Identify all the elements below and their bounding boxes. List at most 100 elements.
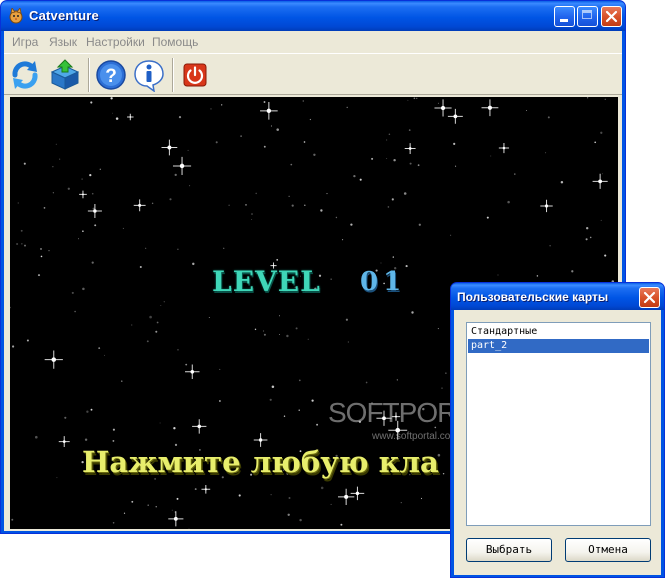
star-dot bbox=[386, 158, 388, 160]
star-dot bbox=[600, 219, 602, 221]
restart-button[interactable] bbox=[8, 58, 42, 92]
dialog-close-button[interactable] bbox=[639, 287, 660, 308]
menu-language[interactable]: Язык bbox=[49, 35, 77, 49]
window-title: Catventure bbox=[29, 8, 99, 23]
star-dot bbox=[288, 195, 290, 197]
menu-settings[interactable]: Настройки bbox=[86, 35, 145, 49]
cancel-button[interactable]: Отмена bbox=[565, 538, 651, 562]
star-dot bbox=[82, 230, 84, 232]
star-sparkle bbox=[168, 511, 184, 527]
power-icon bbox=[183, 63, 207, 87]
star-dot bbox=[359, 178, 362, 181]
star-dot bbox=[346, 106, 348, 109]
star-sparkle bbox=[447, 108, 463, 124]
star-dot bbox=[388, 133, 391, 136]
title-bar[interactable]: Catventure bbox=[1, 1, 625, 31]
star-dot bbox=[74, 310, 76, 313]
star-dot bbox=[43, 207, 46, 209]
toolbar-separator bbox=[88, 58, 90, 92]
star-dot bbox=[526, 110, 528, 111]
star-dot bbox=[115, 117, 119, 120]
star-dot bbox=[302, 100, 304, 102]
level-number: 01 bbox=[360, 267, 407, 297]
star-dot bbox=[92, 207, 95, 210]
star-dot bbox=[251, 219, 253, 220]
menu-game[interactable]: Игра bbox=[12, 35, 38, 49]
star-dot bbox=[453, 142, 456, 145]
star-dot bbox=[35, 435, 38, 439]
star-dot bbox=[270, 125, 272, 127]
star-dot bbox=[320, 209, 323, 212]
star-sparkle bbox=[540, 199, 553, 213]
star-dot bbox=[486, 216, 489, 219]
star-dot bbox=[26, 339, 29, 342]
star-dot bbox=[330, 503, 332, 505]
star-dot bbox=[400, 502, 402, 504]
list-item[interactable]: part_2 bbox=[468, 339, 649, 353]
exit-button[interactable] bbox=[178, 58, 212, 92]
star-dot bbox=[17, 202, 19, 204]
info-button[interactable] bbox=[132, 58, 166, 93]
star-dot bbox=[194, 488, 197, 491]
star-dot bbox=[245, 204, 247, 206]
star-dot bbox=[270, 494, 272, 496]
star-dot bbox=[290, 163, 293, 166]
star-dot bbox=[20, 229, 23, 232]
star-dot bbox=[188, 527, 190, 529]
star-dot bbox=[309, 118, 312, 121]
star-dot bbox=[320, 486, 324, 490]
star-dot bbox=[497, 274, 499, 276]
dialog-title-bar[interactable]: Пользовательские карты bbox=[451, 283, 664, 310]
star-dot bbox=[291, 204, 294, 207]
star-dot bbox=[571, 270, 574, 273]
star-dot bbox=[23, 162, 26, 165]
map-list[interactable]: Стандартные part_2 bbox=[466, 322, 651, 526]
star-dot bbox=[112, 428, 115, 431]
star-dot bbox=[514, 173, 516, 175]
star-dot bbox=[276, 128, 279, 131]
load-map-icon bbox=[50, 59, 80, 90]
star-dot bbox=[147, 504, 149, 506]
star-dot bbox=[396, 379, 398, 381]
help-button[interactable]: ? bbox=[94, 58, 128, 92]
star-dot bbox=[413, 97, 416, 100]
star-dot bbox=[155, 506, 157, 508]
star-dot bbox=[298, 409, 300, 411]
star-dot bbox=[11, 518, 14, 521]
maximize-button[interactable] bbox=[577, 6, 598, 27]
toolbar: ? bbox=[4, 53, 622, 95]
star-dot bbox=[21, 243, 23, 245]
star-dot bbox=[262, 330, 265, 332]
star-dot bbox=[353, 174, 356, 178]
star-dot bbox=[335, 216, 338, 219]
star-dot bbox=[342, 239, 344, 241]
star-dot bbox=[409, 162, 412, 165]
star-dot bbox=[155, 330, 158, 333]
star-sparkle bbox=[87, 203, 102, 219]
star-sparkle bbox=[481, 99, 499, 117]
custom-maps-dialog: Пользовательские карты Стандартные part_… bbox=[450, 282, 665, 578]
star-dot bbox=[91, 192, 94, 195]
select-button[interactable]: Выбрать bbox=[466, 538, 552, 562]
minimize-button[interactable] bbox=[554, 6, 575, 27]
star-dot bbox=[149, 315, 152, 319]
load-map-button[interactable] bbox=[48, 58, 82, 92]
star-dot bbox=[91, 261, 94, 264]
star-dot bbox=[52, 166, 54, 168]
star-dot bbox=[112, 522, 115, 524]
star-sparkle bbox=[337, 488, 355, 506]
star-dot bbox=[59, 158, 61, 160]
star-dot bbox=[176, 497, 179, 500]
star-sparkle bbox=[498, 142, 510, 154]
star-dot bbox=[417, 164, 420, 167]
star-dot bbox=[445, 372, 447, 374]
star-dot bbox=[316, 423, 319, 426]
list-item[interactable]: Стандартные bbox=[468, 325, 649, 339]
star-dot bbox=[177, 349, 179, 351]
menu-help[interactable]: Помощь bbox=[152, 35, 198, 49]
close-button[interactable] bbox=[601, 6, 622, 27]
star-dot bbox=[121, 380, 123, 382]
star-dot bbox=[187, 149, 189, 151]
star-dot bbox=[131, 324, 133, 326]
star-dot bbox=[81, 178, 83, 180]
